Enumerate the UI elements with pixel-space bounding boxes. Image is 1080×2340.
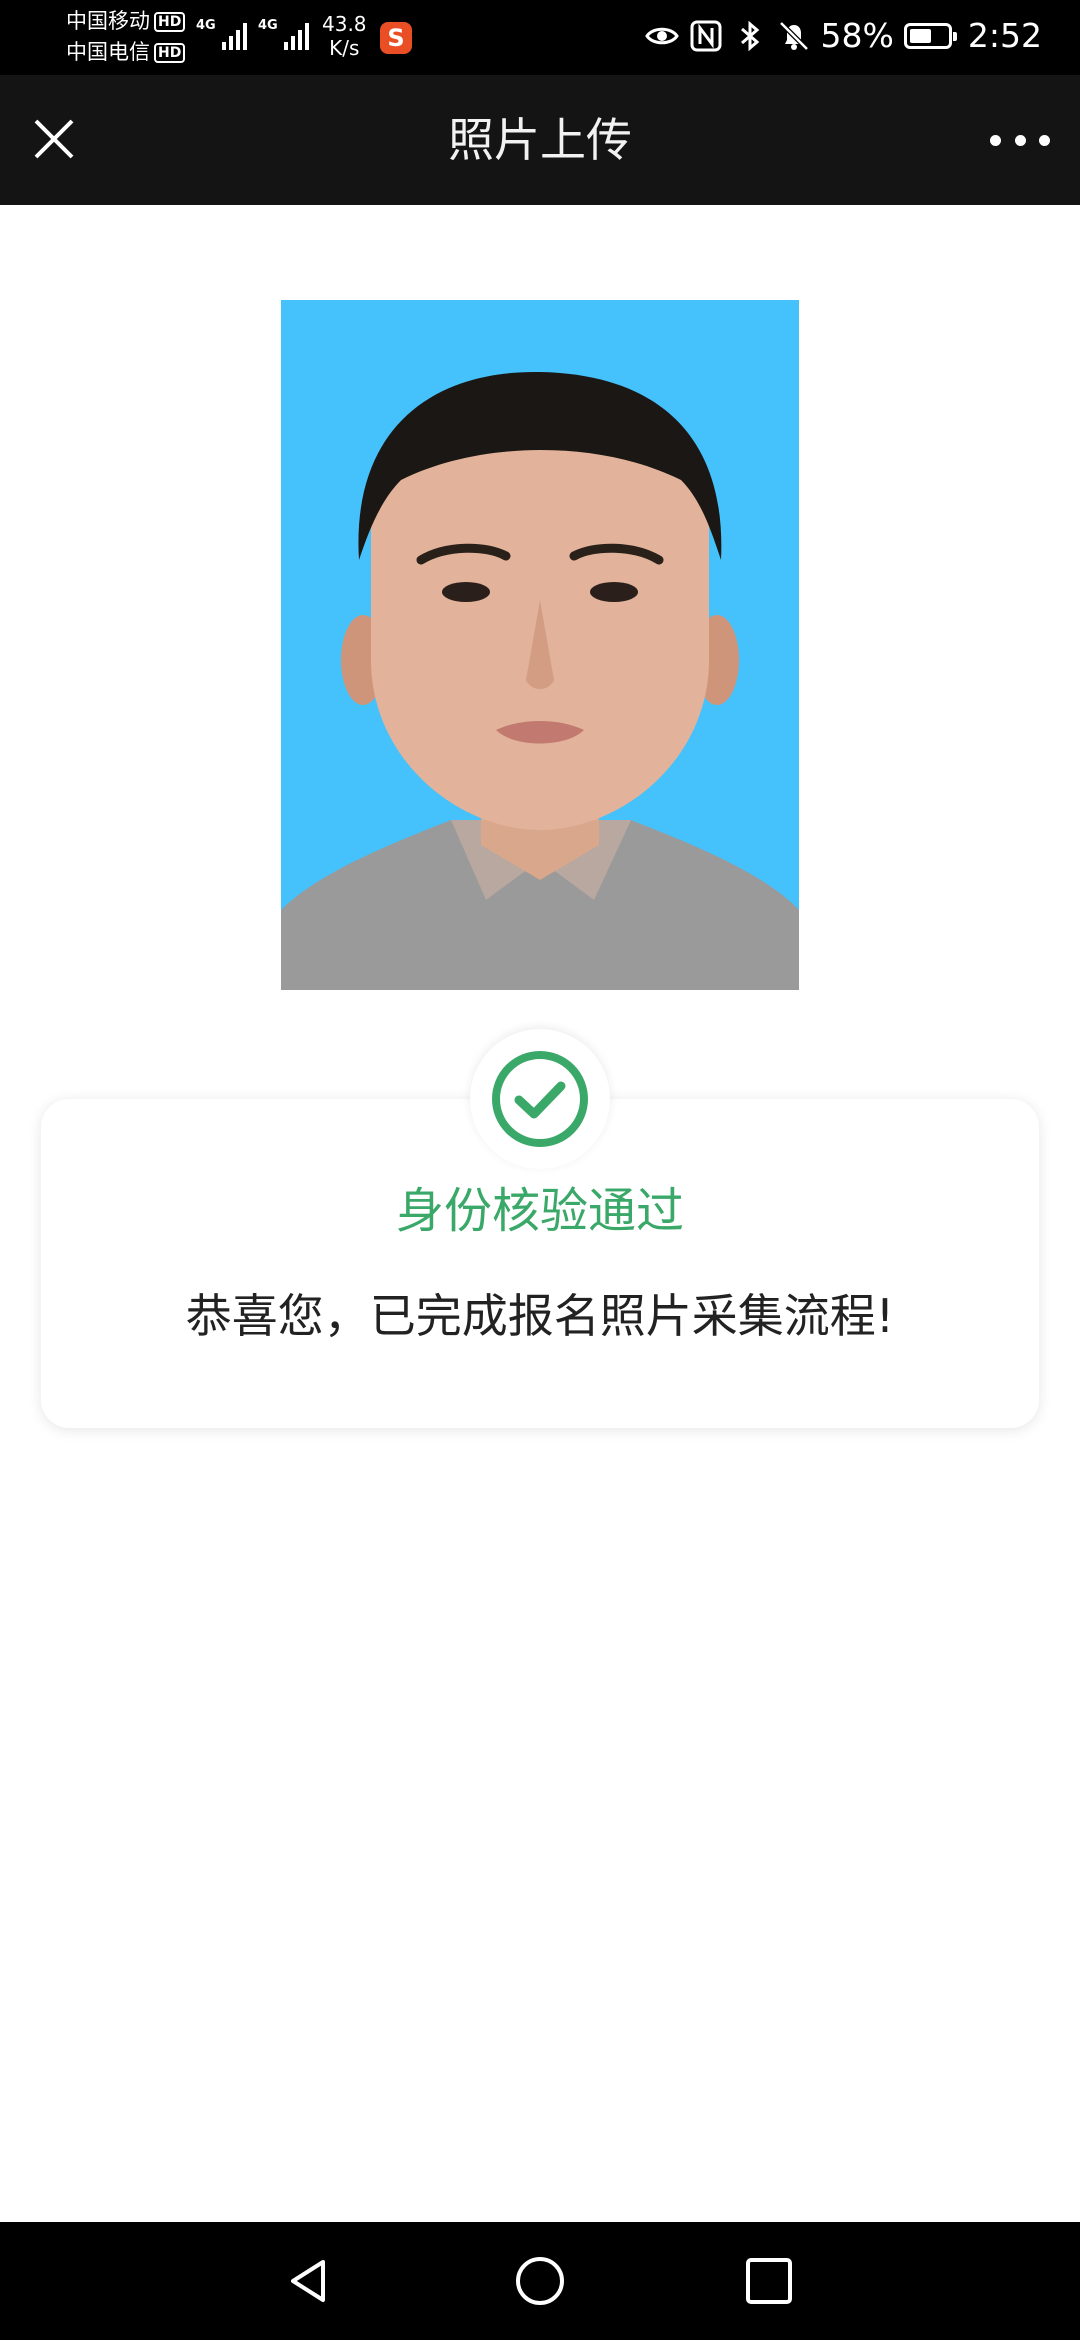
hd-badge: HD: [154, 42, 186, 63]
status-icons: 58% 2:52: [644, 16, 1042, 55]
battery-icon: [903, 22, 957, 49]
verification-status-title: 身份核验通过: [395, 1183, 684, 1239]
carrier-info: 中国移动 HD 中国电信 HD: [66, 6, 186, 68]
network-speed: 43.8 K/s: [322, 12, 367, 60]
check-circle-badge: [470, 1029, 610, 1169]
page-title: 照片上传: [448, 113, 632, 167]
sogou-app-icon: S: [380, 22, 412, 54]
bell-off-icon: [778, 20, 809, 51]
more-dots-icon[interactable]: [990, 125, 1050, 155]
carrier-1-label: 中国移动: [66, 9, 150, 33]
nfc-icon: [690, 20, 722, 51]
network-speed-value: 43.8: [322, 12, 367, 36]
id-photo: [281, 300, 799, 990]
eye-icon: [644, 27, 679, 44]
bluetooth-icon: [740, 20, 759, 51]
portrait-image: [281, 371, 799, 990]
completion-message: 恭喜您，已完成报名照片采集流程!: [185, 1289, 895, 1343]
clock-time: 2:52: [967, 16, 1042, 55]
back-icon[interactable]: [283, 2254, 337, 2308]
hd-badge: HD: [154, 11, 186, 32]
title-bar: 照片上传: [0, 75, 1080, 205]
network-speed-unit: K/s: [329, 36, 360, 60]
network-type-2: 4G: [258, 18, 278, 33]
signal-strength-2: 4G: [258, 18, 309, 50]
carrier-2-label: 中国电信: [66, 40, 150, 64]
battery-fill: [909, 28, 931, 43]
network-type-1: 4G: [196, 18, 216, 33]
navigation-bar: [0, 2222, 1080, 2340]
check-circle-icon: [492, 1051, 588, 1147]
status-bar: 中国移动 HD 中国电信 HD 4G 4G 43.8 K/s S 58% 2:5…: [0, 0, 1080, 75]
signal-strength-1: 4G: [196, 18, 247, 50]
recents-icon[interactable]: [742, 2254, 796, 2308]
home-icon[interactable]: [513, 2254, 567, 2308]
battery-percent: 58%: [820, 16, 894, 55]
